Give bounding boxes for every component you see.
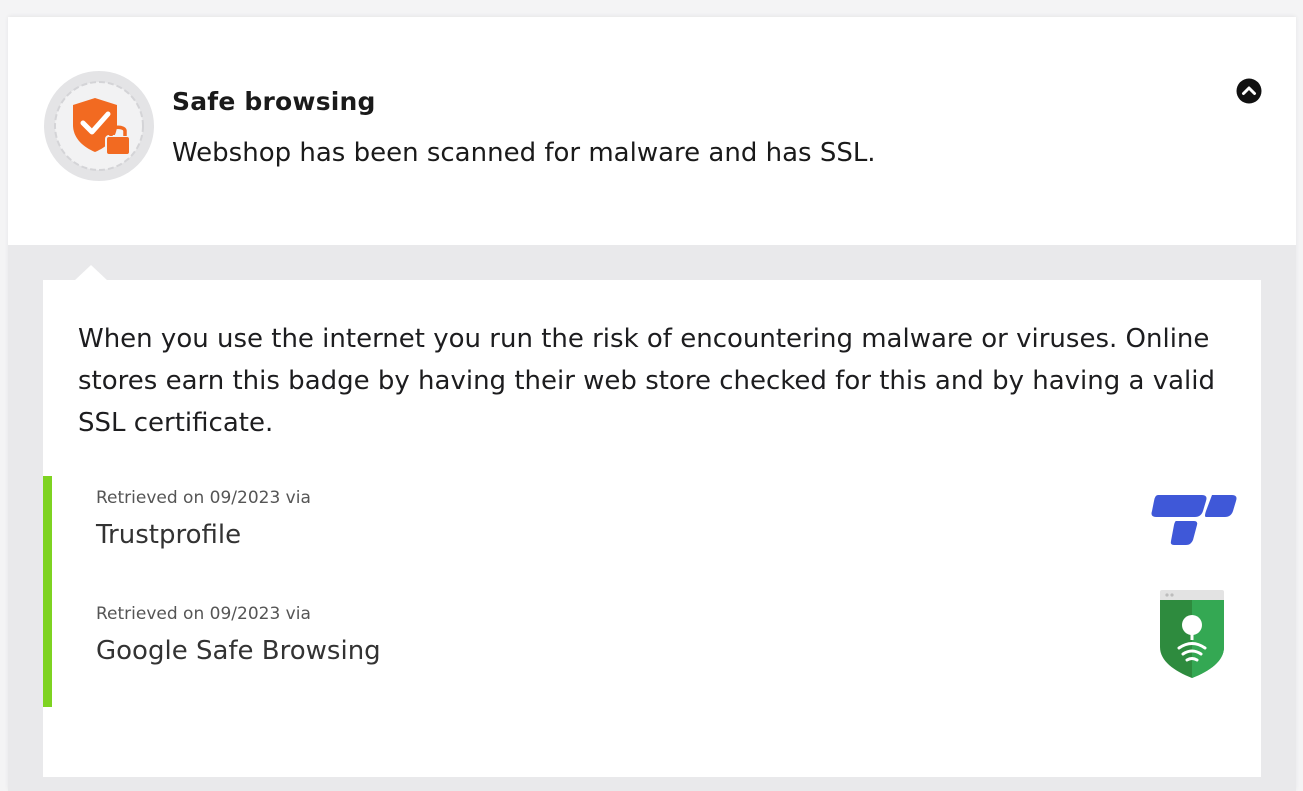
card-header[interactable]: Safe browsing Webshop has been scanned f… (8, 17, 1296, 245)
trustprofile-logo (1150, 493, 1238, 547)
source-name: Google Safe Browsing (96, 636, 381, 666)
source-meta: Retrieved on 09/2023 via (96, 488, 311, 508)
chevron-up-icon (1236, 78, 1262, 104)
badge-subtitle: Webshop has been scanned for malware and… (172, 138, 876, 168)
safe-browsing-badge (43, 70, 155, 182)
source-item-trustprofile: Retrieved on 09/2023 via Trustprofile (96, 488, 311, 550)
source-list: Retrieved on 09/2023 via Trustprofile Re… (43, 476, 1261, 707)
details-section: When you use the internet you run the ri… (8, 245, 1296, 791)
details-caret (74, 265, 108, 281)
source-name: Trustprofile (96, 520, 242, 550)
google-safe-browsing-logo (1158, 589, 1226, 681)
safe-browsing-card: Safe browsing Webshop has been scanned f… (8, 17, 1296, 791)
details-panel: When you use the internet you run the ri… (43, 280, 1261, 777)
badge-description: When you use the internet you run the ri… (78, 324, 1215, 438)
source-meta: Retrieved on 09/2023 via (96, 604, 311, 624)
collapse-button[interactable] (1236, 78, 1262, 104)
badge-title: Safe browsing (172, 87, 376, 116)
source-item-google-safe-browsing: Retrieved on 09/2023 via Google Safe Bro… (96, 604, 381, 666)
shield-check-lock-icon (44, 71, 154, 181)
